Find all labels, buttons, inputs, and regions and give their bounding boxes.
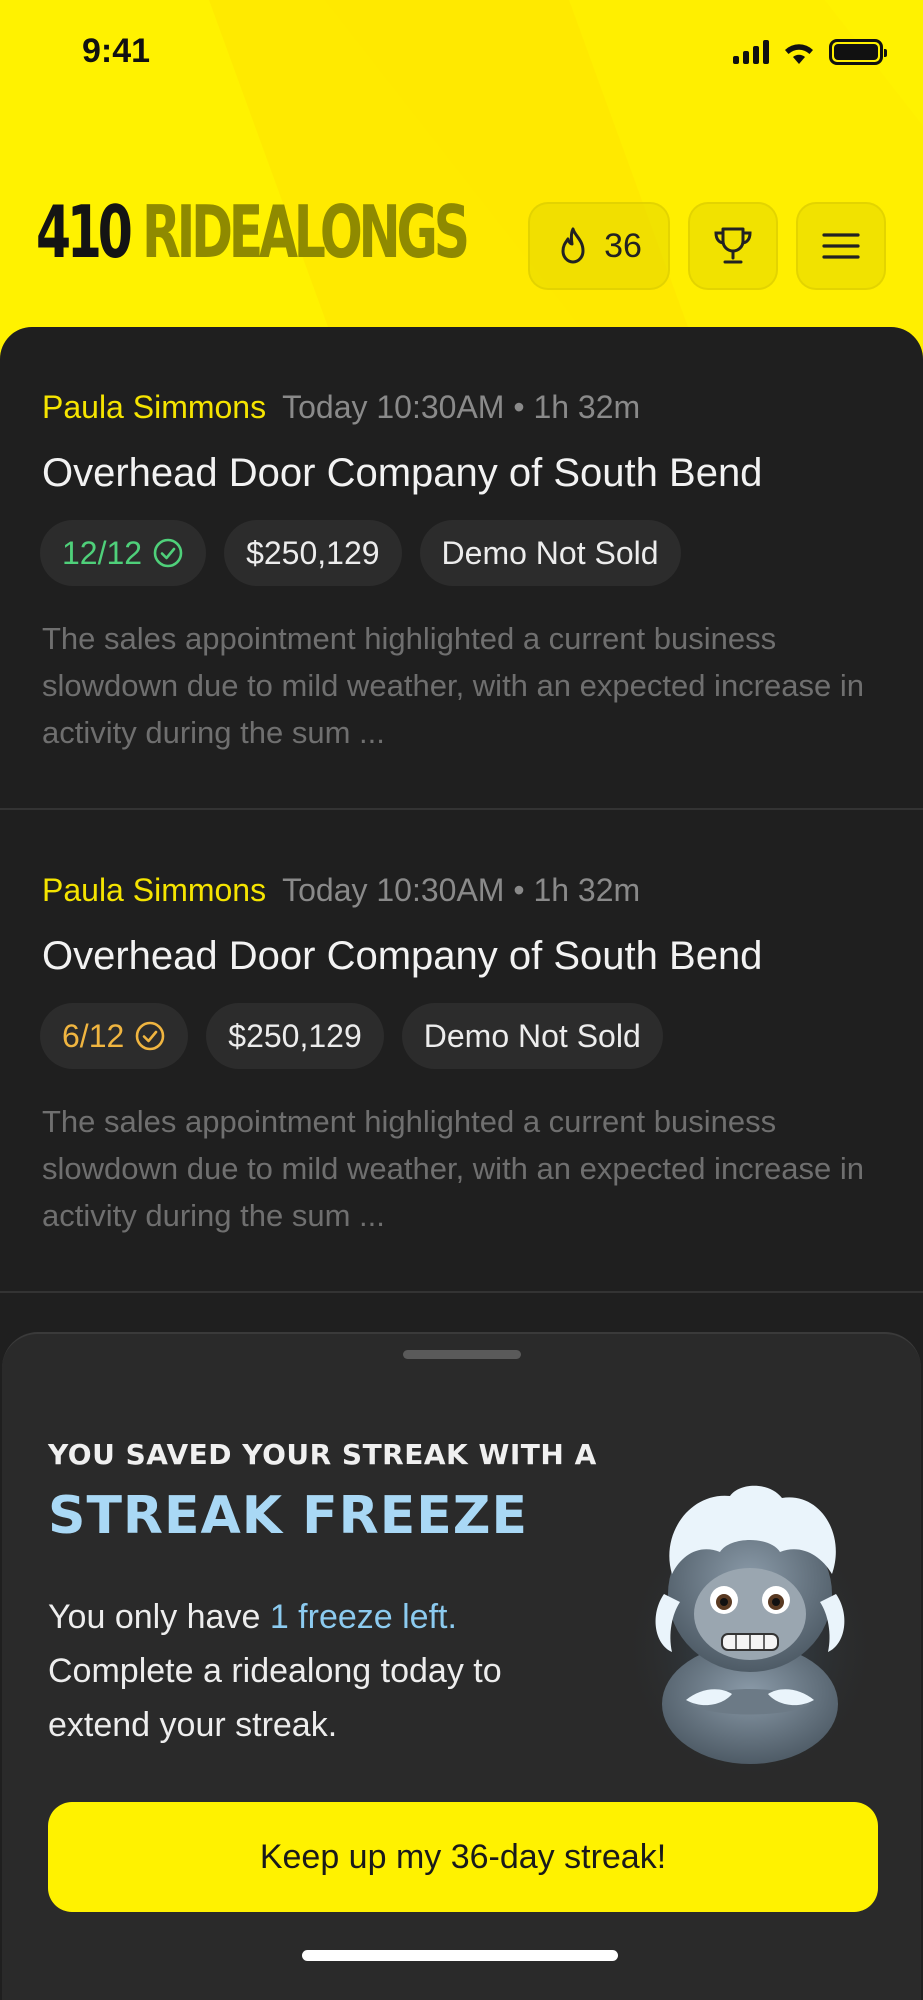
card-summary: The sales appointment highlighted a curr… xyxy=(42,621,864,750)
outcome-chip: Demo Not Sold xyxy=(401,1003,663,1069)
sheet-body: You only have 1 freeze left. Complete a … xyxy=(48,1590,568,1752)
deal-outcome: Demo Not Sold xyxy=(441,534,659,571)
rep-name: Paula Simmons xyxy=(42,389,267,425)
card-summary: The sales appointment highlighted a curr… xyxy=(42,1104,864,1233)
sheet-headline: STREAK FREEZE xyxy=(48,1486,528,1546)
card-meta: Paula Simmons Today 10:30AM • 1h 32m xyxy=(42,872,640,909)
ridealong-card[interactable]: Paula Simmons Today 10:30AM • 1h 32m Over… xyxy=(0,810,923,1293)
sheet-grabber[interactable] xyxy=(403,1350,521,1359)
streak-count: 36 xyxy=(604,226,642,265)
streak-button[interactable]: 36 xyxy=(528,202,670,290)
brand-number: 410 xyxy=(36,190,133,274)
card-time: Today 10:30AM • 1h 32m xyxy=(282,872,641,908)
rep-name: Paula Simmons xyxy=(42,872,267,908)
amount-chip: $250,129 xyxy=(206,1003,384,1069)
body-suffix: Complete a ridealong today to extend you… xyxy=(48,1652,502,1744)
card-time: Today 10:30AM • 1h 32m xyxy=(282,389,641,425)
status-time: 9:41 xyxy=(82,32,151,70)
amount-chip: $250,129 xyxy=(224,520,402,586)
score-chip: 12/12 xyxy=(40,520,207,586)
company-name: Overhead Door Company of South Bend xyxy=(42,451,763,495)
flame-icon xyxy=(561,227,585,264)
keep-streak-button[interactable]: Keep up my 36-day streak! xyxy=(48,1802,878,1912)
wifi-icon xyxy=(785,44,813,64)
brand-word: RIDEALONGS xyxy=(141,190,470,274)
deal-amount: $250,129 xyxy=(246,534,380,571)
trophy-icon xyxy=(714,227,752,264)
cellular-signal-icon xyxy=(733,40,769,64)
streak-freeze-sheet[interactable]: YOU SAVED YOUR STREAK WITH A STREAK FREE… xyxy=(2,1332,921,2000)
outcome-chip: Demo Not Sold xyxy=(419,520,681,586)
battery-icon xyxy=(829,39,887,65)
deal-outcome: Demo Not Sold xyxy=(423,1017,641,1054)
status-icons xyxy=(733,38,887,66)
card-chips: 6/12 $250,129 Demo Not Sold xyxy=(40,1003,663,1069)
card-meta: Paula Simmons Today 10:30AM • 1h 32m xyxy=(42,389,640,426)
check-circle-icon xyxy=(153,538,183,568)
score-chip: 6/12 xyxy=(40,1003,189,1069)
score-value: 12/12 xyxy=(62,534,143,571)
status-bar: 9:41 xyxy=(0,0,923,110)
menu-button[interactable] xyxy=(796,202,886,290)
sheet-kicker: YOU SAVED YOUR STREAK WITH A xyxy=(48,1438,597,1471)
company-name: Overhead Door Company of South Bend xyxy=(42,934,763,978)
freeze-count-highlight: 1 freeze left. xyxy=(269,1598,457,1636)
hamburger-menu-icon xyxy=(822,233,860,259)
brand-logo: 410 RIDEALONGS xyxy=(36,196,470,268)
card-chips: 12/12 $250,129 Demo Not Sold xyxy=(40,520,681,586)
home-indicator[interactable] xyxy=(302,1950,618,1961)
ridealong-card[interactable]: Paula Simmons Today 10:30AM • 1h 32m Over… xyxy=(0,327,923,810)
body-prefix: You only have xyxy=(48,1598,270,1636)
score-value: 6/12 xyxy=(62,1017,125,1054)
leaderboard-button[interactable] xyxy=(688,202,778,290)
check-circle-icon xyxy=(135,1021,165,1051)
frozen-yeti-mascot-icon xyxy=(620,1485,880,1774)
deal-amount: $250,129 xyxy=(228,1017,362,1054)
